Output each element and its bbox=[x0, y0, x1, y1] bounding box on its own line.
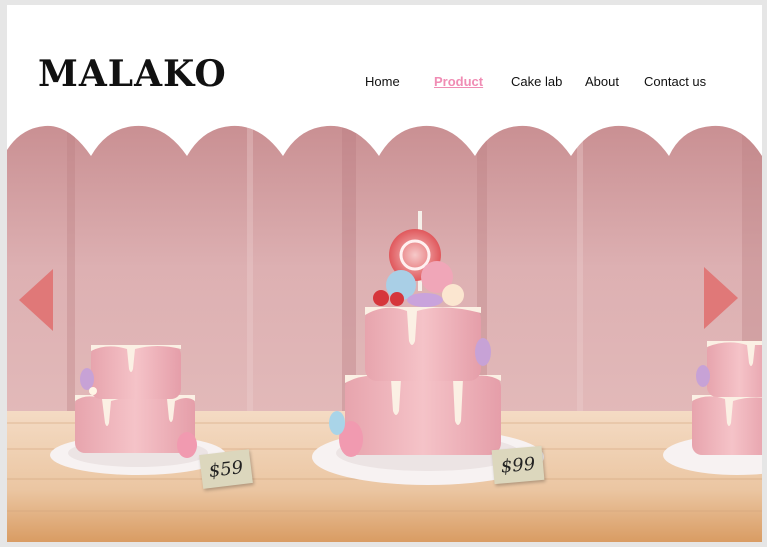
carousel-prev-button[interactable] bbox=[19, 269, 53, 336]
nav-item-product[interactable]: Product bbox=[434, 74, 483, 89]
nav-item-home[interactable]: Home bbox=[365, 74, 400, 89]
hero-scene bbox=[7, 123, 762, 542]
price-tag: $59 bbox=[199, 449, 253, 489]
triangle-left-icon bbox=[19, 269, 53, 331]
nav-item-cake-lab[interactable]: Cake lab bbox=[511, 74, 562, 89]
nav-item-contact-us[interactable]: Contact us bbox=[644, 74, 706, 89]
price-tag: $99 bbox=[491, 445, 545, 485]
main-nav: Home Product Cake lab About Contact us bbox=[7, 74, 762, 94]
carousel-next-button[interactable] bbox=[704, 267, 738, 334]
hero-carousel bbox=[7, 123, 762, 542]
nav-item-about[interactable]: About bbox=[585, 74, 619, 89]
page-frame: MALAKO Home Product Cake lab About Conta… bbox=[7, 5, 762, 542]
triangle-right-icon bbox=[704, 267, 738, 329]
